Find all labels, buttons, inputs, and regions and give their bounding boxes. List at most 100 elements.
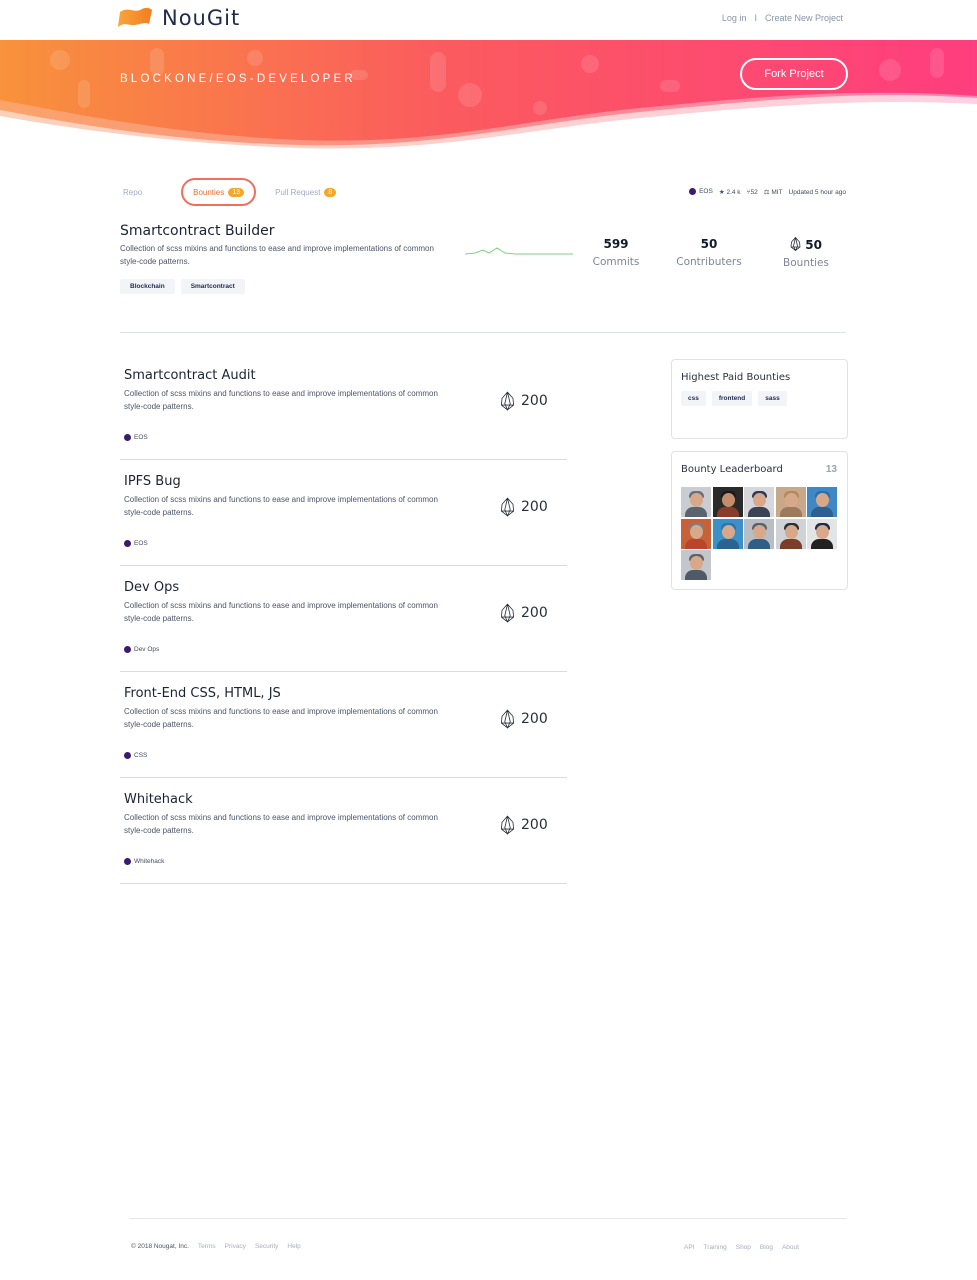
footer-link-terms[interactable]: Terms (198, 1243, 216, 1250)
repo-description: Collection of scss mixins and functions … (120, 244, 434, 266)
footer-link-security[interactable]: Security (255, 1243, 278, 1250)
bounty-description: Collection of scss mixins and functions … (124, 389, 438, 411)
bounty-title[interactable]: Front-End CSS, HTML, JS (124, 686, 281, 701)
leaderboard-avatars (681, 487, 841, 580)
footer-left: © 2018 Nougat, Inc. Terms Privacy Securi… (131, 1243, 301, 1250)
stat-bounties-label: Bounties (783, 257, 829, 269)
avatar-face (721, 493, 735, 507)
avatar-body (716, 507, 739, 517)
leaderboard-card: Bounty Leaderboard 13 (671, 451, 848, 590)
tab-pull-request-count: 8 (324, 187, 337, 197)
scale-icon: ⚖ (763, 189, 770, 196)
tag-dot-icon (124, 858, 131, 865)
stat-bounties-value-row: 50 (779, 236, 833, 252)
avatar[interactable] (807, 518, 837, 549)
avatar[interactable] (681, 550, 711, 580)
tag-dot-icon (124, 540, 131, 547)
eos-icon (500, 815, 515, 835)
bounty-tag: Dev Ops (124, 646, 159, 653)
avatar-face (753, 524, 766, 539)
hero-banner: BLOCKONE/EOS-DEVELOPER Fork Project (0, 40, 977, 150)
footer-right: API Training Shop Blog About (684, 1244, 799, 1251)
avatar[interactable] (775, 487, 806, 517)
bounty-tag-label: EOS (134, 434, 148, 441)
eos-icon (790, 236, 801, 252)
eos-icon (500, 391, 515, 411)
avatar[interactable] (712, 518, 743, 549)
skill-chip[interactable]: sass (758, 391, 787, 406)
forks-indicator: ⑂52 (747, 189, 758, 196)
avatar[interactable] (807, 487, 837, 517)
repo-tags: Blockchain Smartcontract (120, 279, 245, 294)
highest-paid-chips: css frontend sass (681, 391, 841, 406)
bounty-item[interactable]: Smartcontract Audit Collection of scss m… (120, 354, 567, 460)
bounty-item[interactable]: Whitehack Collection of scss mixins and … (120, 778, 567, 884)
avatar-body (748, 507, 770, 517)
avatar[interactable] (681, 518, 711, 549)
login-link[interactable]: Log in (722, 13, 747, 23)
eos-icon (500, 497, 515, 517)
tab-repo[interactable]: Repo (118, 178, 147, 206)
highest-paid-card: Highest Paid Bounties css frontend sass (671, 359, 848, 439)
repo-tag[interactable]: Smartcontract (180, 279, 245, 294)
skill-chip[interactable]: frontend (711, 391, 753, 406)
logo[interactable]: NouGit (118, 6, 240, 30)
avatar-face (816, 524, 829, 539)
bounty-tag-label: Dev Ops (134, 646, 160, 653)
avatar-body (716, 538, 739, 549)
avatar-body (811, 538, 833, 549)
avatar[interactable] (775, 518, 806, 549)
tab-bounties-count: 13 (228, 187, 245, 197)
eos-icon (500, 603, 515, 623)
fork-project-button[interactable]: Fork Project (740, 58, 848, 90)
bounty-amount-value: 200 (521, 711, 548, 727)
bounty-title[interactable]: IPFS Bug (124, 474, 181, 489)
tab-bounties[interactable]: Bounties 13 (181, 178, 257, 206)
bounty-amount: 200 (500, 603, 548, 623)
skill-chip[interactable]: css (681, 391, 706, 406)
bounty-title[interactable]: Whitehack (124, 792, 193, 807)
stat-bounties: 50 Bounties (779, 236, 833, 269)
bounty-item[interactable]: Front-End CSS, HTML, JS Collection of sc… (120, 672, 567, 778)
bounty-amount: 200 (500, 815, 548, 835)
avatar[interactable] (681, 487, 711, 517)
tag-dot-icon (124, 646, 131, 653)
avatar[interactable] (744, 518, 774, 549)
footer-link-training[interactable]: Training (703, 1244, 726, 1251)
section-divider (120, 332, 846, 333)
bounty-title[interactable]: Smartcontract Audit (124, 368, 256, 383)
tab-pull-request[interactable]: Pull Request 8 (270, 178, 341, 206)
copyright: © 2018 Nougat, Inc. (131, 1243, 189, 1250)
bounty-amount: 200 (500, 497, 548, 517)
footer-link-help[interactable]: Help (287, 1243, 300, 1250)
tab-pull-request-label: Pull Request (275, 187, 321, 197)
repo-tag[interactable]: Blockchain (120, 279, 175, 294)
avatar-face (753, 493, 766, 507)
footer-link-about[interactable]: About (782, 1244, 799, 1251)
bounty-title[interactable]: Dev Ops (124, 580, 179, 595)
footer-link-shop[interactable]: Shop (736, 1244, 751, 1251)
bounty-tag: Whitehack (124, 858, 164, 865)
footer-link-privacy[interactable]: Privacy (225, 1243, 246, 1250)
avatar-face (721, 524, 735, 539)
repo-path-title: BLOCKONE/EOS-DEVELOPER (120, 73, 356, 85)
language-indicator: EOS (689, 188, 713, 196)
star-icon: ★ (718, 189, 725, 196)
avatar[interactable] (744, 487, 774, 517)
bounty-item[interactable]: IPFS Bug Collection of scss mixins and f… (120, 460, 567, 566)
bounty-amount: 200 (500, 709, 548, 729)
footer-link-blog[interactable]: Blog (760, 1244, 773, 1251)
bounty-item[interactable]: Dev Ops Collection of scss mixins and fu… (120, 566, 567, 672)
avatar[interactable] (712, 487, 743, 517)
hero-background (0, 40, 977, 150)
avatar-body (685, 570, 707, 580)
activity-sparkline (465, 247, 573, 255)
stat-contributers-label: Contributers (676, 256, 742, 268)
bounty-tag: EOS (124, 540, 148, 547)
avatar-face (784, 524, 798, 539)
bounty-amount-value: 200 (521, 817, 548, 833)
eos-icon (500, 709, 515, 729)
create-project-link[interactable]: Create New Project (765, 13, 843, 23)
footer-divider (130, 1218, 846, 1219)
footer-link-api[interactable]: API (684, 1244, 694, 1251)
